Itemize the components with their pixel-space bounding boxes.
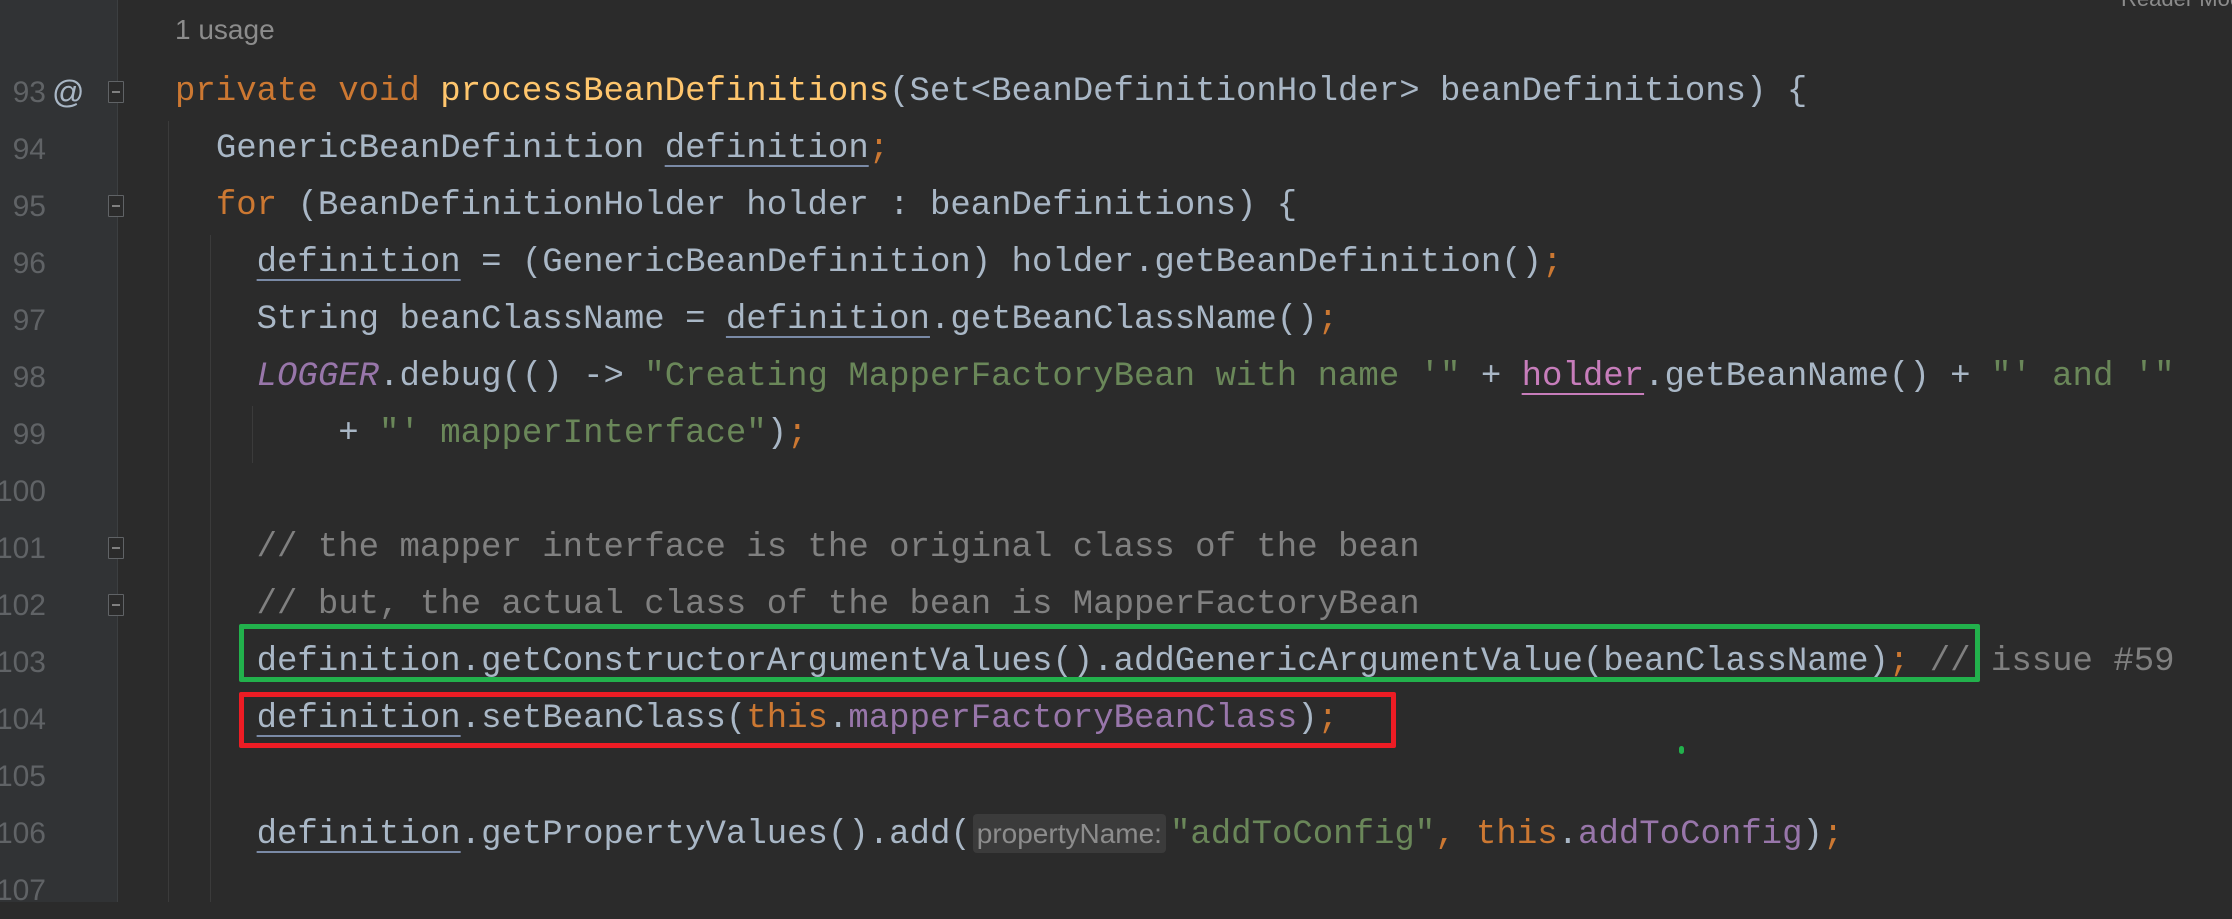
code-token: ; [1822, 816, 1844, 854]
code-token: processBeanDefinitions [440, 73, 890, 111]
code-token: .getPropertyValues().add( [460, 816, 971, 854]
code-line[interactable]: // the mapper interface is the original … [175, 520, 1420, 577]
gutter-divider [117, 0, 118, 902]
code-token: + [338, 415, 380, 453]
code-token: . [1557, 816, 1579, 854]
fold-end-icon[interactable] [108, 594, 124, 616]
green-highlight-box [239, 624, 1980, 682]
code-token: "' and '" [1990, 358, 2175, 396]
code-line[interactable]: String beanClassName = definition.getBea… [175, 292, 1338, 349]
code-token: .getBeanClassName() [929, 301, 1318, 339]
code-token: addToConfig [1578, 816, 1803, 854]
code-token: ) [766, 415, 788, 453]
code-token: .getBeanName() + [1644, 358, 1991, 396]
line-number[interactable]: 97 [13, 292, 46, 349]
code-token: + [1460, 358, 1522, 396]
override-marker-icon[interactable]: @ [52, 64, 84, 121]
fold-collapse-icon[interactable] [108, 537, 124, 559]
code-line[interactable]: + "' mapperInterface"); [175, 406, 808, 463]
code-token: ) [1802, 816, 1823, 854]
code-token: = (GenericBeanDefinition) holder.getBean… [460, 244, 1543, 282]
fold-collapse-icon[interactable] [108, 195, 124, 217]
indent-guide [168, 121, 169, 902]
code-token: ; [1542, 244, 1563, 282]
code-line[interactable]: definition = (GenericBeanDefinition) hol… [175, 235, 1563, 292]
code-line[interactable]: for (BeanDefinitionHolder holder : beanD… [175, 178, 1297, 235]
code-token: holder [1521, 358, 1645, 396]
code-token: "' mapperInterface" [379, 415, 767, 453]
line-number[interactable]: 103 [0, 634, 46, 691]
code-token: , [1435, 816, 1477, 854]
green-dot-mark [1679, 746, 1684, 754]
code-token: .debug(() -> [379, 358, 645, 396]
code-token: "Creating MapperFactoryBean with name '" [644, 358, 1461, 396]
code-token: ; [868, 130, 890, 168]
code-token: private void [175, 73, 441, 111]
code-token: String beanClassName = [256, 301, 726, 339]
line-number[interactable]: 94 [13, 121, 46, 178]
code-line[interactable]: LOGGER.debug(() -> "Creating MapperFacto… [175, 349, 2175, 406]
code-token: GenericBeanDefinition [215, 130, 665, 168]
usages-hint[interactable]: 1 usage [175, 14, 275, 46]
line-number[interactable]: 96 [13, 235, 46, 292]
line-number[interactable]: 104 [0, 691, 46, 748]
code-token: // but, the actual class of the bean is … [256, 586, 1420, 624]
line-number[interactable]: 95 [13, 178, 46, 235]
code-token: definition [664, 130, 869, 168]
red-highlight-box [239, 692, 1396, 748]
code-token: "addToConfig" [1169, 816, 1436, 854]
code-token: definition [725, 301, 930, 339]
code-token: LOGGER [256, 358, 380, 396]
code-token: // the mapper interface is the original … [256, 529, 1420, 567]
line-number[interactable]: 107 [0, 862, 46, 919]
line-number[interactable]: 105 [0, 748, 46, 805]
line-number[interactable]: 98 [13, 349, 46, 406]
code-line[interactable]: private void processBeanDefinitions(Set<… [175, 64, 1807, 121]
code-token: ; [1317, 301, 1339, 339]
line-number[interactable]: 101 [0, 520, 46, 577]
line-number[interactable]: 100 [0, 463, 46, 520]
code-line[interactable]: definition.getPropertyValues().add(prope… [175, 805, 1843, 862]
code-line[interactable]: GenericBeanDefinition definition; [175, 121, 889, 178]
reader-mode-button[interactable]: Reader Mode [2121, 0, 2232, 12]
line-number[interactable]: 93 [13, 64, 46, 121]
code-token: definition [256, 816, 461, 854]
code-token: for [215, 187, 298, 225]
line-number[interactable]: 99 [13, 406, 46, 463]
code-token: definition [256, 244, 461, 282]
fold-collapse-icon[interactable] [108, 81, 124, 103]
code-token: this [1476, 816, 1558, 854]
line-number[interactable]: 102 [0, 577, 46, 634]
code-token: (Set<BeanDefinitionHolder> beanDefinitio… [889, 73, 1808, 111]
code-token: (BeanDefinitionHolder holder : beanDefin… [297, 187, 1298, 225]
line-number[interactable]: 106 [0, 805, 46, 862]
code-token: ; [787, 415, 808, 453]
parameter-hint: propertyName: [972, 814, 1166, 853]
